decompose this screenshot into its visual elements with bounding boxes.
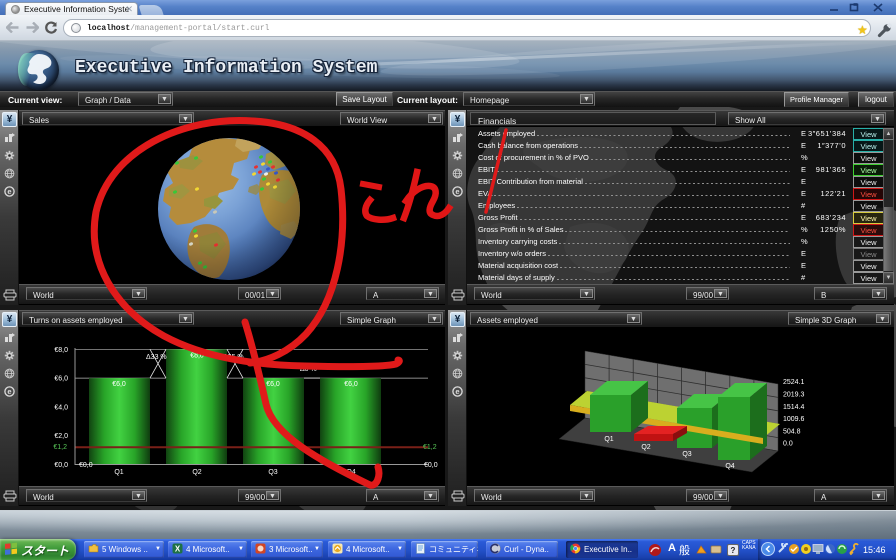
svg-text:X: X: [175, 545, 181, 554]
svg-text:2019.3: 2019.3: [783, 392, 805, 399]
svg-text:€0,0: €0,0: [424, 462, 438, 469]
svg-text:Q3: Q3: [268, 469, 277, 476]
svg-text:Q3: Q3: [682, 451, 691, 458]
svg-text:Q2: Q2: [192, 469, 201, 476]
svg-text:e: e: [7, 187, 11, 196]
svg-text:€4,0: €4,0: [54, 404, 68, 411]
svg-text:e: e: [455, 387, 459, 396]
svg-text:e: e: [7, 387, 11, 396]
svg-text:1009.6: 1009.6: [783, 416, 805, 423]
svg-text:€6,0: €6,0: [266, 381, 280, 388]
svg-text:e: e: [455, 187, 459, 196]
svg-text:€6,0: €6,0: [344, 381, 358, 388]
svg-text:1514.4: 1514.4: [783, 404, 805, 411]
svg-text:504.8: 504.8: [783, 429, 801, 436]
svg-text:Δ25 %: Δ25 %: [223, 354, 244, 361]
svg-text:€6,0: €6,0: [54, 376, 68, 383]
svg-text:Q1: Q1: [114, 469, 123, 476]
svg-text:€1,2: €1,2: [53, 444, 67, 451]
svg-text:Q4: Q4: [346, 469, 355, 476]
svg-text:€8,0: €8,0: [54, 347, 68, 354]
svg-text:Δ0 %: Δ0 %: [300, 366, 317, 373]
svg-text:Δ33 %: Δ33 %: [146, 354, 167, 361]
svg-text:€6,0: €6,0: [112, 381, 126, 388]
svg-text:0.0: 0.0: [783, 441, 793, 448]
svg-text:€2,0: €2,0: [54, 433, 68, 440]
svg-text:€8,0: €8,0: [190, 352, 204, 359]
svg-text:2524.1: 2524.1: [783, 379, 805, 386]
svg-text:Q1: Q1: [604, 436, 613, 443]
svg-text:€0,0: €0,0: [79, 462, 93, 469]
svg-text:€1,2: €1,2: [423, 444, 437, 451]
svg-text:Q4: Q4: [725, 463, 734, 470]
svg-text:Q2: Q2: [641, 444, 650, 451]
svg-text:?: ?: [731, 546, 736, 555]
svg-text:€0,0: €0,0: [54, 462, 68, 469]
